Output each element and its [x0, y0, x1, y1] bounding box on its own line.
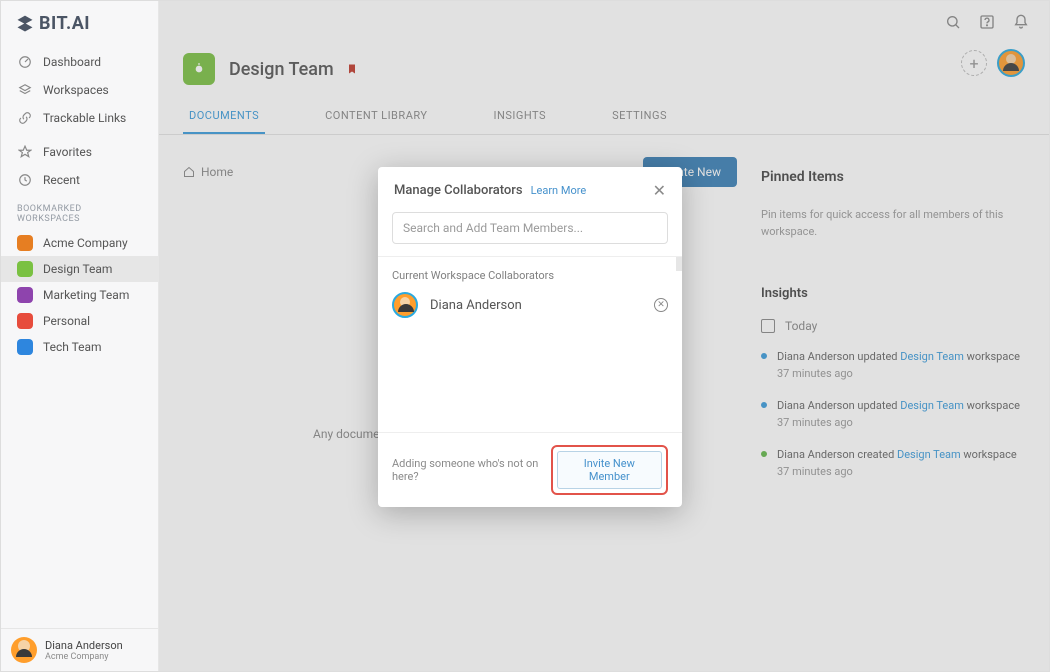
learn-more-link[interactable]: Learn More	[531, 184, 587, 197]
nav-dashboard-label: Dashboard	[43, 55, 101, 69]
user-org: Acme Company	[45, 652, 123, 662]
manage-collaborators-modal: Manage Collaborators Learn More ✕ Curren…	[378, 167, 682, 507]
nav-favorites-label: Favorites	[43, 145, 92, 159]
workspace-label: Acme Company	[43, 236, 128, 250]
sidebar-workspace-item[interactable]: Personal	[1, 308, 158, 334]
close-icon[interactable]: ✕	[653, 181, 666, 200]
nav-recent[interactable]: Recent	[1, 166, 158, 194]
nav-trackable[interactable]: Trackable Links	[1, 104, 158, 132]
nav-workspaces-label: Workspaces	[43, 83, 109, 97]
logo-text: BIT.AI	[39, 13, 90, 34]
sidebar-workspace-item[interactable]: Design Team	[1, 256, 158, 282]
gauge-icon	[17, 54, 33, 70]
search-members-input[interactable]	[392, 212, 668, 244]
modal-foot-text: Adding someone who's not on here?	[392, 457, 551, 483]
user-footer[interactable]: Diana Anderson Acme Company	[1, 628, 158, 671]
logo[interactable]: BIT.AI	[1, 1, 158, 42]
collaborators-label: Current Workspace Collaborators	[392, 269, 668, 282]
sidebar-workspace-item[interactable]: Tech Team	[1, 334, 158, 360]
collaborator-row: Diana Anderson ✕	[392, 292, 668, 318]
remove-collaborator-icon[interactable]: ✕	[654, 298, 668, 312]
workspace-label: Tech Team	[43, 340, 102, 354]
avatar	[392, 292, 418, 318]
nav-workspaces[interactable]: Workspaces	[1, 76, 158, 104]
workspace-badge-icon	[17, 313, 33, 329]
workspace-label: Design Team	[43, 262, 112, 276]
user-name: Diana Anderson	[45, 639, 123, 652]
workspace-list: Acme Company Design Team Marketing Team Per…	[1, 230, 158, 360]
sidebar-section-label: BOOKMARKED WORKSPACES	[1, 194, 158, 230]
sidebar: BIT.AI Dashboard Workspaces Trackable Li…	[1, 1, 159, 671]
workspace-badge-icon	[17, 261, 33, 277]
link-icon	[17, 110, 33, 126]
clock-icon	[17, 172, 33, 188]
workspace-badge-icon	[17, 235, 33, 251]
sidebar-workspace-item[interactable]: Marketing Team	[1, 282, 158, 308]
nav-recent-label: Recent	[43, 173, 80, 187]
modal-title: Manage Collaborators	[394, 183, 523, 198]
layers-icon	[17, 82, 33, 98]
invite-highlight: Invite New Member	[551, 445, 668, 495]
collaborator-name: Diana Anderson	[430, 298, 522, 313]
workspace-label: Marketing Team	[43, 288, 129, 302]
logo-icon	[15, 14, 35, 34]
nav-trackable-label: Trackable Links	[43, 111, 126, 125]
workspace-badge-icon	[17, 339, 33, 355]
workspace-badge-icon	[17, 287, 33, 303]
workspace-label: Personal	[43, 314, 90, 328]
avatar	[11, 637, 37, 663]
nav-dashboard[interactable]: Dashboard	[1, 48, 158, 76]
star-icon	[17, 144, 33, 160]
sidebar-workspace-item[interactable]: Acme Company	[1, 230, 158, 256]
invite-new-member-button[interactable]: Invite New Member	[557, 451, 662, 489]
nav-favorites[interactable]: Favorites	[1, 138, 158, 166]
